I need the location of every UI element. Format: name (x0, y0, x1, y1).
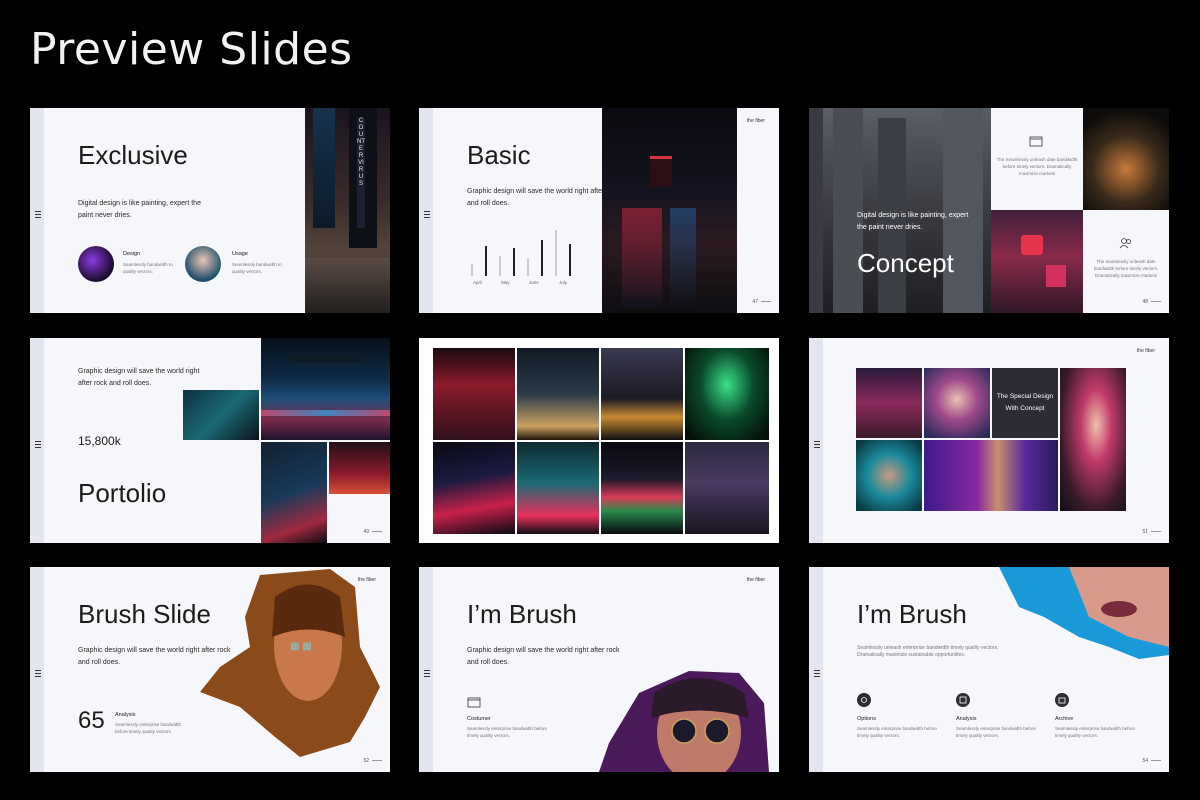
stat-desc: Seamlessly enterprise bandwidth before t… (115, 722, 182, 734)
slide-heading: Basic (467, 140, 531, 170)
stat-label: Analysis (115, 712, 136, 718)
slide-heading: Exclusive (78, 140, 188, 170)
menu-icon[interactable] (814, 440, 820, 448)
slide-portfolio[interactable]: Graphic design will save the world right… (30, 338, 390, 543)
item-desc: Seamlessly bandwidth to quality vectors. (123, 262, 173, 274)
slide-body: Graphic design will save the world right… (78, 368, 200, 387)
photo-marina-bay (261, 338, 390, 440)
item-desc: Seamlessly enterprise bandwidth before t… (956, 726, 1037, 738)
caption-box: The Special Design With Concept (992, 368, 1058, 438)
page-number: 48 (1142, 299, 1161, 305)
slide-photo-grid[interactable] (419, 338, 779, 543)
stat-value: 15,800k (78, 434, 121, 448)
svg-text:▦ ▦: ▦ ▦ (290, 641, 312, 652)
item-label: Usage (232, 251, 248, 257)
sign-text: COUNTERVIRUS (357, 118, 365, 228)
slide-brush-2[interactable]: I’m Brush Graphic design will save the w… (419, 567, 779, 772)
photo-night-tram (602, 108, 737, 313)
grid-photo (433, 442, 515, 534)
item-desc: Seamlessly enterprise bandwidth before t… (467, 726, 548, 738)
page-title: Preview Slides (30, 24, 353, 75)
slide-heading: Brush Slide (78, 599, 211, 629)
slide-brush-1[interactable]: ▦ ▦ Brush Slide Graphic design will save… (30, 567, 390, 772)
brand-label: the fiber (746, 577, 765, 583)
slide-heading: I’m Brush (467, 599, 577, 629)
avatar (185, 246, 221, 282)
bar-chart-graphic: April May June July (471, 230, 571, 285)
svg-text:April: April (473, 280, 482, 285)
photo-neon-signs (991, 210, 1083, 313)
slide-heading: I’m Brush (857, 599, 967, 629)
item-desc: Seamlessly enterprise bandwidth before t… (1055, 726, 1136, 738)
photo-neon-alley (329, 442, 390, 494)
page-number: 47 (752, 299, 771, 305)
brush-photo-sunglasses (599, 671, 769, 772)
svg-text:July: July (559, 280, 568, 285)
item-label: Archive (1055, 716, 1074, 722)
slide-body: Digital design is like painting, expert … (857, 212, 969, 231)
item-label: Design (123, 251, 141, 257)
grid-photo (517, 442, 599, 534)
slide-heading: Portolio (78, 478, 167, 508)
folder-icon (467, 697, 481, 708)
photo-city-aerial (1083, 108, 1169, 210)
grid-photo (517, 348, 599, 440)
slide-brush-3[interactable]: I’m Brush Seamlessly unleash enterprise … (809, 567, 1169, 772)
grid-photo (601, 442, 683, 534)
item-label: Analysis (956, 716, 977, 722)
page-number: 52 (363, 758, 382, 764)
grid-photo (856, 368, 922, 438)
info-card: The Seamlessly unleash date bandwidth be… (991, 108, 1083, 210)
stat-value: 65 (78, 707, 105, 734)
slide-concept[interactable]: Digital design is like painting, expert … (809, 108, 1169, 313)
options-icon (857, 693, 871, 707)
item-label: Costumer (467, 716, 491, 722)
grid-photo (1060, 368, 1126, 511)
slide-exclusive[interactable]: Exclusive Digital design is like paintin… (30, 108, 390, 313)
info-text: The Seamlessly unleash date bandwidth be… (1093, 259, 1159, 278)
info-card: The Seamlessly unleash date bandwidth be… (1083, 210, 1169, 313)
menu-icon[interactable] (424, 210, 430, 218)
slide-basic[interactable]: Basic Graphic design will save the world… (419, 108, 779, 313)
grid-photo (685, 348, 769, 440)
page-number: 54 (1142, 758, 1161, 764)
grid-photo (601, 348, 683, 440)
brush-photo-woman: ▦ ▦ (200, 569, 380, 757)
grid-photo (856, 440, 922, 511)
grid-photo (685, 442, 769, 534)
brand-label: the fiber (746, 118, 765, 124)
item-label: Options (857, 716, 876, 722)
avatar (78, 246, 114, 282)
photo-neon-shop (183, 390, 259, 440)
slide-body: Digital design is like painting, expert … (78, 200, 201, 219)
folder-icon (1029, 136, 1043, 147)
brand-label: the fiber (357, 577, 376, 583)
page-number: 51 (1142, 529, 1161, 535)
analysis-icon (956, 693, 970, 707)
slide-special-design[interactable]: The Special Design With Concept the fibe… (809, 338, 1169, 543)
slide-body: Seamlessly unleash enterprise bandwidth … (857, 645, 999, 658)
slide-body: Graphic design will save the world right… (78, 647, 231, 666)
menu-icon[interactable] (35, 669, 41, 677)
grid-photo (433, 348, 515, 440)
item-desc: Seamlessly enterprise bandwidth before t… (857, 726, 938, 738)
users-icon (1119, 238, 1131, 249)
page-number: 49 (363, 529, 382, 535)
menu-icon[interactable] (35, 440, 41, 448)
svg-text:June: June (529, 280, 539, 285)
brand-label: the fiber (1136, 348, 1155, 354)
svg-text:May: May (501, 280, 510, 285)
slide-heading: Concept (857, 248, 954, 278)
item-desc: Seamlessly bandwidth to quality vectors. (232, 262, 282, 274)
archive-icon (1055, 693, 1069, 707)
grid-photo (924, 440, 1058, 511)
photo-light-trails (261, 442, 327, 543)
slide-edge (809, 108, 823, 313)
grid-photo (924, 368, 990, 438)
info-text: The Seamlessly unleash date bandwidth be… (996, 157, 1078, 176)
menu-icon[interactable] (814, 669, 820, 677)
menu-icon[interactable] (424, 669, 430, 677)
photo-city-street: COUNTERVIRUS (305, 108, 390, 313)
menu-icon[interactable] (35, 210, 41, 218)
